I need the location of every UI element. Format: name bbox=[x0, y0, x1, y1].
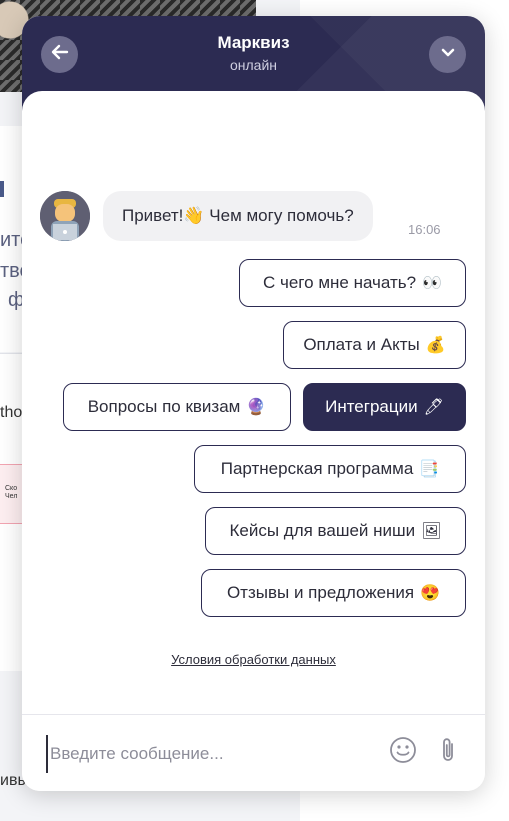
chat-widget: Марквиз онлайн Привет!👋 Чем могу помочь?… bbox=[22, 16, 485, 791]
quick-reply-button[interactable]: Партнерская программа 📑 bbox=[194, 445, 466, 493]
quick-reply-label: Отзывы и предложения bbox=[226, 583, 415, 602]
collapse-button[interactable] bbox=[429, 36, 466, 73]
chevron-down-icon bbox=[439, 43, 457, 66]
quick-reply-label: Интеграции bbox=[325, 397, 418, 416]
quick-reply-label: Партнерская программа bbox=[220, 459, 414, 478]
quick-reply-button[interactable]: Вопросы по квизам 🔮 bbox=[63, 383, 291, 431]
quick-reply-label: Кейсы для вашей ниши bbox=[229, 521, 416, 540]
chat-title: Марквиз bbox=[217, 33, 290, 52]
money-bag-icon: 💰 bbox=[425, 337, 446, 354]
pen-icon: 🖊 bbox=[423, 399, 444, 416]
privacy-policy-link[interactable]: Условия обработки данных bbox=[22, 652, 485, 667]
message-input[interactable] bbox=[46, 735, 382, 773]
quick-reply-label: Оплата и Акты bbox=[303, 335, 420, 354]
background-text: tho bbox=[0, 404, 23, 421]
attach-button[interactable] bbox=[433, 737, 463, 767]
emoji-button[interactable] bbox=[388, 736, 418, 769]
framed-picture-icon: 🖼 bbox=[421, 523, 442, 540]
quick-reply-button[interactable]: Отзывы и предложения 😍 bbox=[201, 569, 466, 617]
quick-reply-button[interactable]: Оплата и Акты 💰 bbox=[283, 321, 466, 369]
quick-reply-label: С чего мне начать? bbox=[263, 273, 417, 292]
eyes-icon: 👀 bbox=[422, 275, 442, 292]
message-time: 16:06 bbox=[408, 222, 441, 237]
bookmark-tabs-icon: 📑 bbox=[419, 461, 440, 478]
background-accent-bar bbox=[0, 181, 4, 197]
quick-reply-button[interactable]: Кейсы для вашей ниши 🖼 bbox=[205, 507, 466, 555]
heart-eyes-icon: 😍 bbox=[420, 585, 441, 602]
message-input-bar bbox=[22, 714, 485, 791]
quick-reply-label: Вопросы по квизам bbox=[87, 397, 241, 416]
smiley-icon bbox=[389, 736, 417, 769]
quick-reply-button[interactable]: С чего мне начать? 👀 bbox=[239, 259, 466, 307]
crystal-ball-icon: 🔮 bbox=[246, 399, 267, 416]
bot-message-bubble: Привет!👋 Чем могу помочь? bbox=[103, 191, 373, 241]
chat-status: онлайн bbox=[229, 57, 278, 73]
chat-body: Привет!👋 Чем могу помочь? 16:06 С чего м… bbox=[22, 91, 485, 715]
bot-avatar bbox=[40, 191, 90, 241]
paperclip-icon bbox=[436, 736, 460, 769]
man-with-laptop-icon bbox=[40, 191, 90, 241]
quick-reply-button[interactable]: Интеграции 🖊 bbox=[303, 383, 466, 431]
